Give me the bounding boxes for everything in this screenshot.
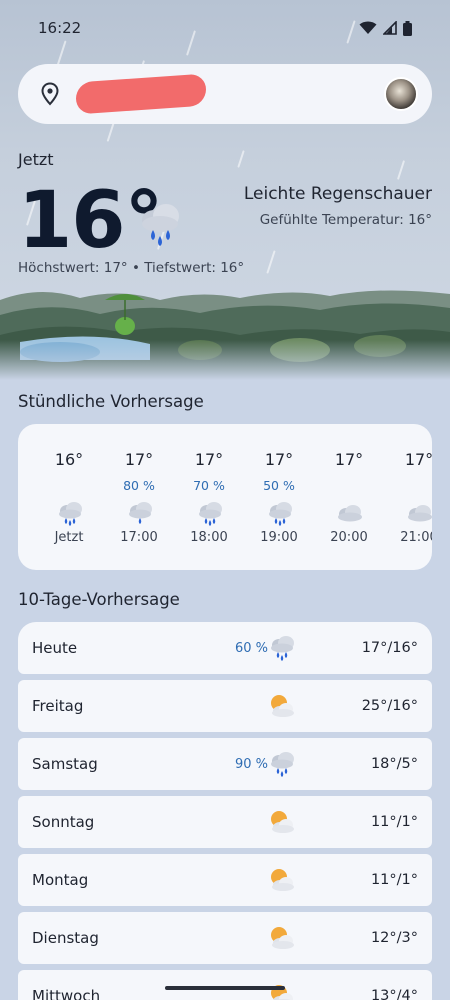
hourly-item: 16° Jetzt: [34, 424, 104, 570]
daily-row-today[interactable]: Heute 60 % 17°/16°: [18, 622, 432, 674]
rain-cloud-icon: [268, 750, 296, 782]
daily-temps: 18°/5°: [370, 756, 418, 772]
partly-cloudy-icon: [268, 692, 296, 724]
hourly-time: Jetzt: [54, 530, 84, 545]
rain-cloud-icon: [268, 634, 296, 666]
location-search-bar[interactable]: B: [18, 64, 432, 124]
rain-cloud-icon: [56, 500, 84, 530]
feels-like: Gefühlte Temperatur: 16°: [259, 212, 432, 228]
partly-cloudy-icon: [268, 808, 296, 840]
hourly-item: 17° 20:00: [314, 424, 384, 570]
daily-precip: 90 %: [234, 757, 268, 772]
daily-day: Dienstag: [32, 929, 99, 947]
hourly-time: 17:00: [120, 530, 158, 545]
hourly-precip: 80 %: [123, 478, 155, 493]
daily-row[interactable]: Sonntag 11°/1°: [18, 796, 432, 848]
partly-cloudy-icon: [268, 924, 296, 956]
rain-streak: [237, 150, 245, 168]
daily-temps: 11°/1°: [370, 814, 418, 830]
rain-cloud-icon: [134, 196, 186, 252]
hourly-time: 20:00: [330, 530, 368, 545]
daily-day: Montag: [32, 871, 89, 889]
hourly-item: 17° 70 % 18:00: [174, 424, 244, 570]
rain-cloud-icon: [196, 500, 224, 530]
status-bar: 16:22: [0, 0, 450, 56]
daily-row[interactable]: Dienstag 12°/3°: [18, 912, 432, 964]
partly-cloudy-icon: [268, 866, 296, 898]
hourly-temp: 16°: [54, 450, 84, 469]
cloud-icon: [336, 500, 364, 530]
high-low: Höchstwert: 17° • Tiefstwert: 16°: [18, 260, 245, 276]
daily-row[interactable]: Samstag 90 % 18°/5°: [18, 738, 432, 790]
daily-row[interactable]: Mittwoch 13°/4°: [18, 970, 432, 1000]
partly-cloudy-icon: [268, 982, 296, 1000]
current-condition: Leichte Regenschauer: [243, 184, 432, 204]
daily-temps: 25°/16°: [361, 698, 418, 714]
battery-icon: [403, 20, 412, 36]
status-icons: [359, 20, 412, 36]
status-time: 16:22: [38, 19, 82, 37]
hourly-forecast-card[interactable]: 16° Jetzt 17° 80 % 17:00 17° 70 % 18:00 …: [18, 424, 432, 570]
daily-day: Sonntag: [32, 813, 95, 831]
location-name-redacted[interactable]: B: [76, 73, 206, 115]
rainy-landscape-illustration: [0, 290, 450, 380]
hourly-item: 17° 21:00: [384, 424, 432, 570]
daily-day: Samstag: [32, 755, 98, 773]
hourly-time: 19:00: [260, 530, 298, 545]
daily-day: Freitag: [32, 697, 84, 715]
hourly-temp: 17°: [124, 450, 154, 469]
hourly-time: 21:00: [400, 530, 432, 545]
daily-row[interactable]: Montag 11°/1°: [18, 854, 432, 906]
daily-precip: 60 %: [234, 641, 268, 656]
rain-streak: [396, 160, 406, 180]
hourly-time: 18:00: [190, 530, 228, 545]
current-label: Jetzt: [18, 150, 54, 169]
daily-temps: 11°/1°: [370, 872, 418, 888]
home-indicator[interactable]: [165, 986, 285, 990]
light-rain-cloud-icon: [126, 500, 154, 530]
location-pin-icon: [41, 82, 59, 106]
hourly-forecast-title: Stündliche Vorhersage: [18, 392, 204, 411]
wifi-icon: [359, 21, 377, 34]
hourly-item: 17° 50 % 19:00: [244, 424, 314, 570]
cellular-signal-icon: [383, 21, 397, 35]
hourly-temp: 17°: [404, 450, 432, 469]
daily-temps: 17°/16°: [361, 640, 418, 656]
rain-cloud-icon: [266, 500, 294, 530]
daily-day: Mittwoch: [32, 987, 101, 1000]
hourly-temp: 17°: [194, 450, 224, 469]
hourly-precip: 50 %: [263, 478, 295, 493]
daily-day: Heute: [32, 639, 78, 657]
hourly-precip: 70 %: [193, 478, 225, 493]
hourly-temp: 17°: [264, 450, 294, 469]
cloud-icon: [406, 500, 432, 530]
hourly-temp: 17°: [334, 450, 364, 469]
daily-row[interactable]: Freitag 25°/16°: [18, 680, 432, 732]
account-avatar[interactable]: [384, 77, 418, 111]
daily-forecast-title: 10-Tage-Vorhersage: [18, 590, 180, 609]
hourly-item: 17° 80 % 17:00: [104, 424, 174, 570]
rain-streak: [266, 250, 276, 274]
daily-temps: 12°/3°: [370, 930, 418, 946]
daily-temps: 13°/4°: [370, 988, 418, 1000]
